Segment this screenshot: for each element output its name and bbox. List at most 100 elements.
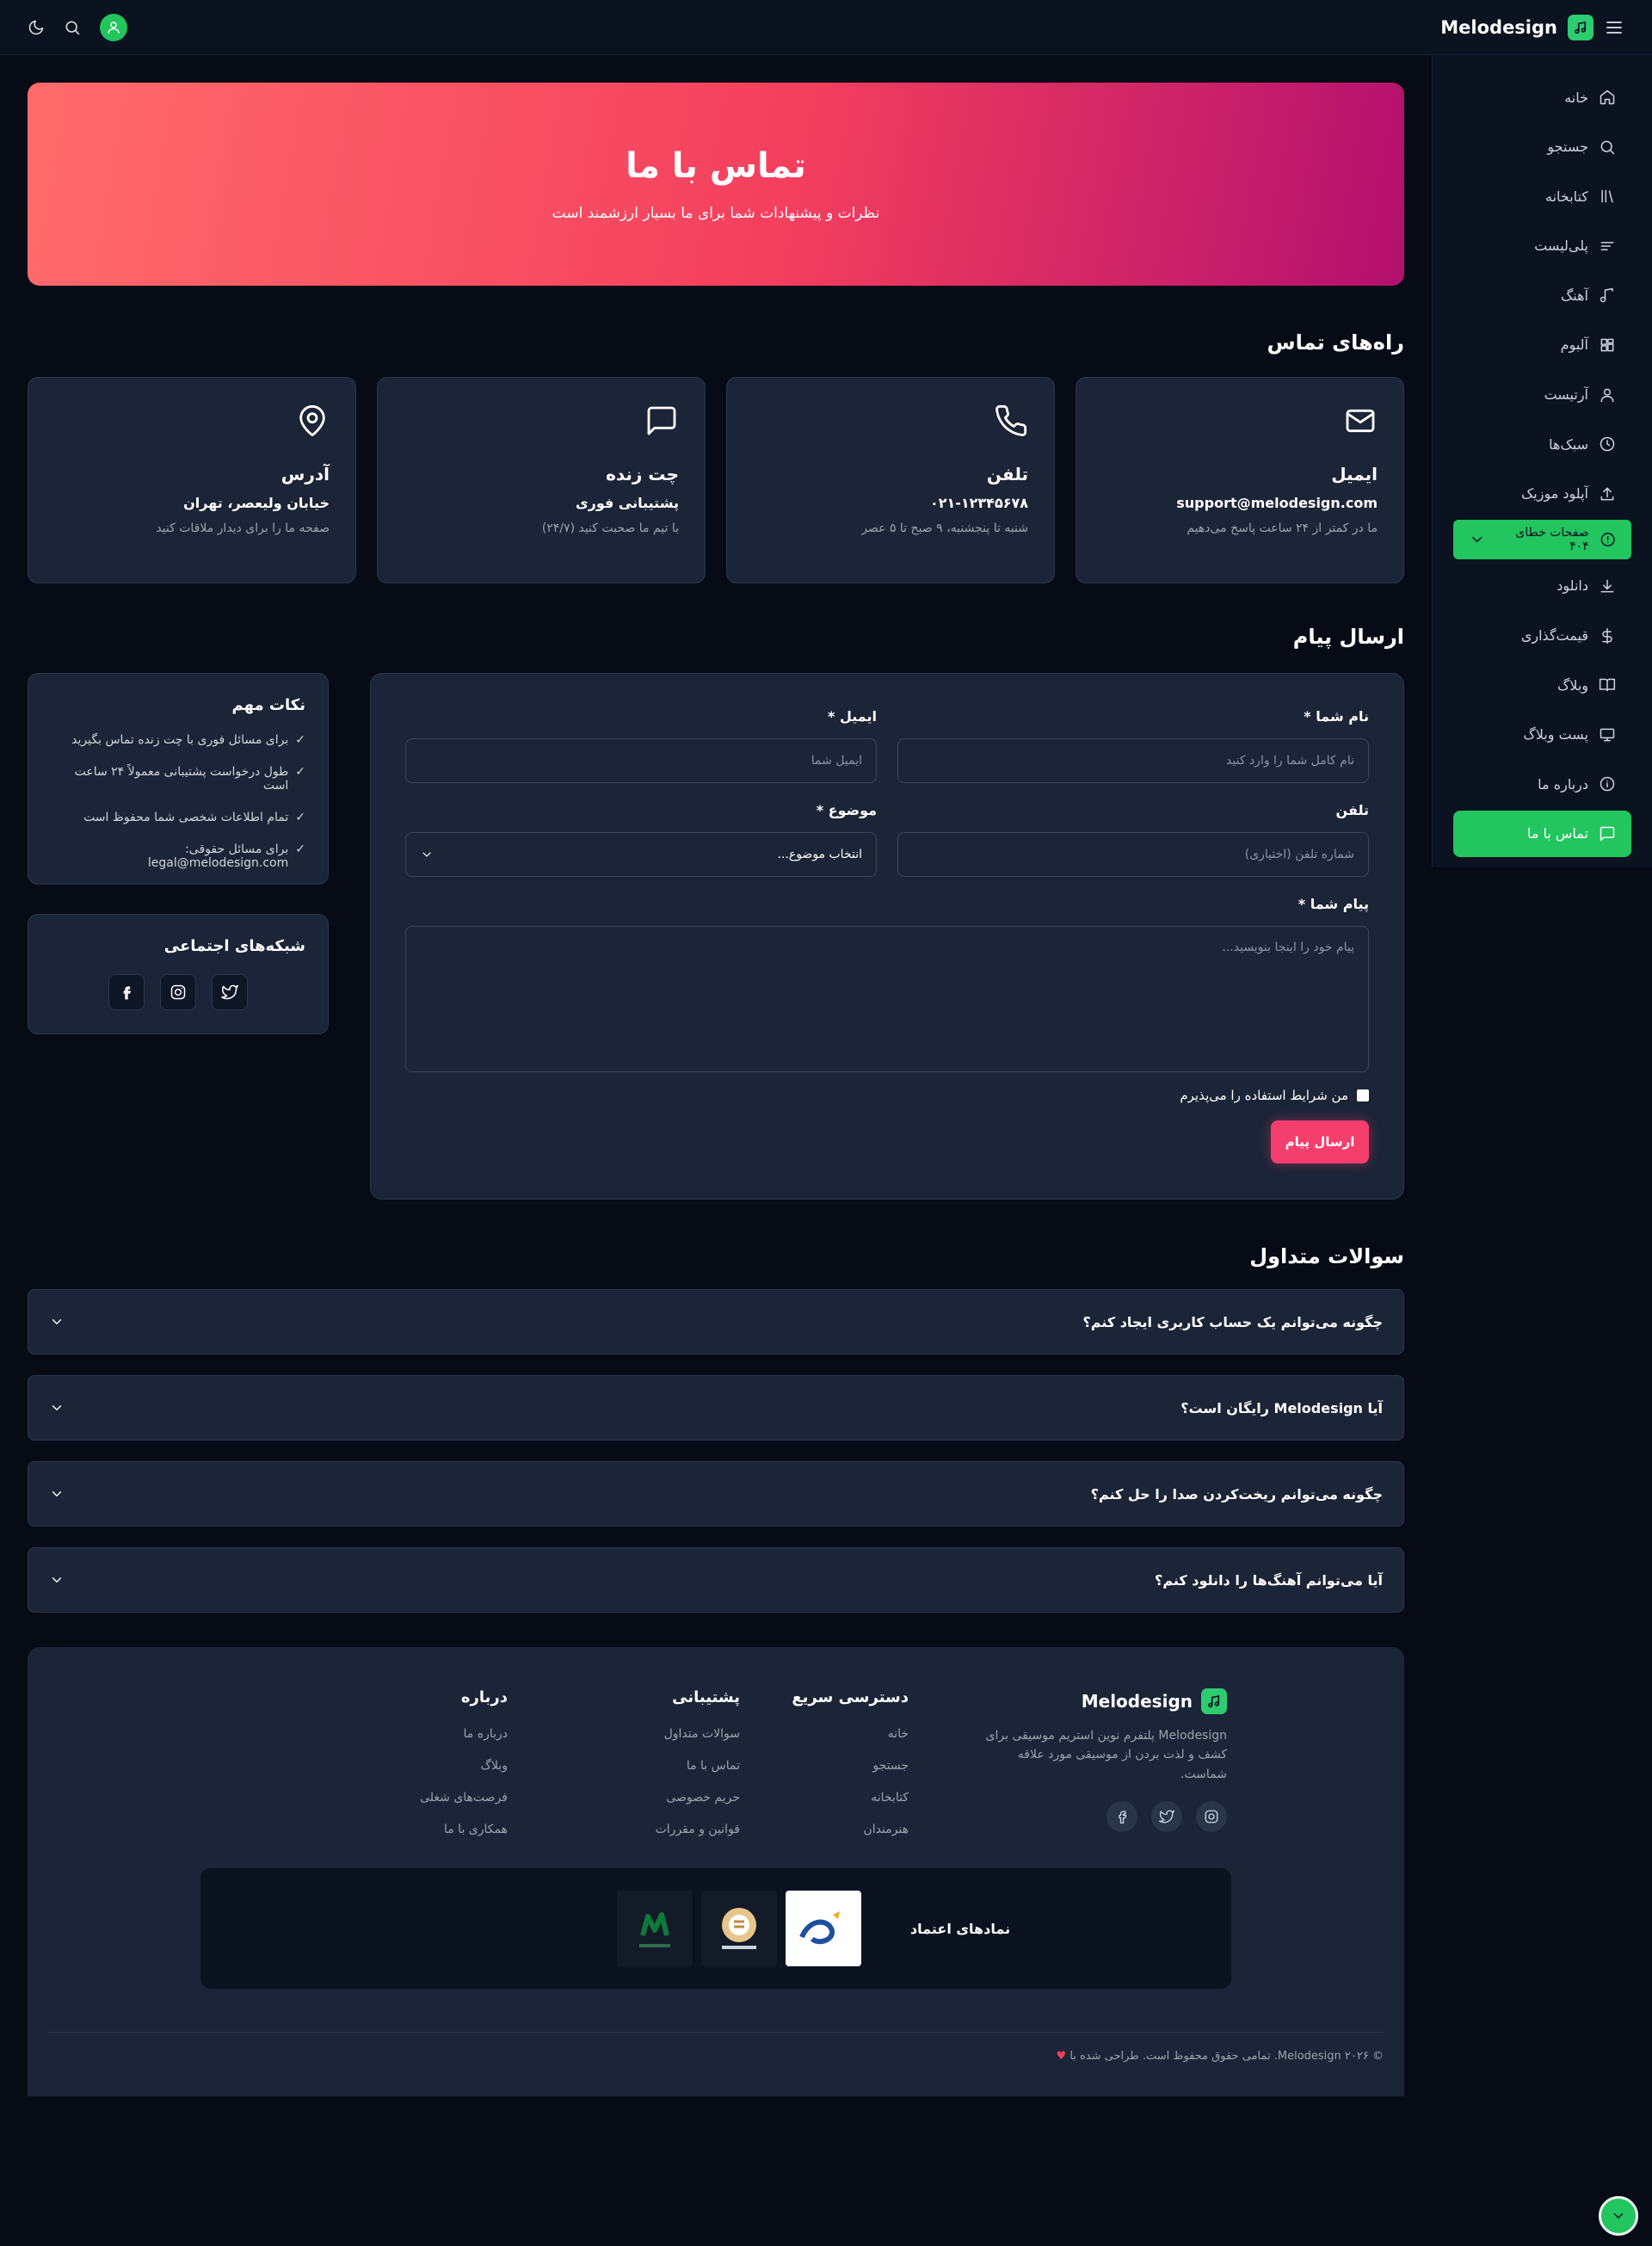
card-value: خیابان ولیعصر، تهران: [183, 495, 330, 511]
facebook-button[interactable]: [108, 974, 145, 1010]
footer-link[interactable]: جستجو: [740, 1759, 909, 1773]
sidebar-item-upload[interactable]: آپلود موزیک: [1453, 471, 1631, 517]
search-icon[interactable]: [64, 19, 81, 36]
sidebar-item-contact[interactable]: تماس با ما: [1453, 810, 1631, 857]
sidebar-item-label: آرتیست: [1544, 386, 1588, 404]
footer-quick-links: دسترسی سریع خانه جستجو کتابخانه هنرمندان: [740, 1688, 969, 1854]
contact-ways-title: راه‌های تماس: [1267, 330, 1404, 355]
form-row: نام شما * نام کامل شما را وارد کنید ایمی…: [28, 673, 1404, 1200]
sidebar-item-label: دانلود: [1556, 577, 1588, 595]
footer-instagram-button[interactable]: [1196, 1801, 1227, 1833]
trust-title: نمادهای اعتماد: [909, 1920, 1011, 1937]
footer-support-links: پشتیبانی سوالات متداول تماس با ما حریم خ…: [508, 1688, 740, 1854]
top-bar: Melodesign: [0, 0, 1652, 55]
home-icon: [1599, 89, 1616, 106]
name-label: نام شما *: [1304, 708, 1369, 725]
footer-link[interactable]: فرصت‌های شغلی: [275, 1791, 508, 1805]
dollar-icon: [1599, 627, 1616, 645]
menu-icon[interactable]: [1604, 17, 1624, 38]
contact-card-address[interactable]: آدرس خیابان ولیعصر، تهران صفحه ما را برا…: [28, 377, 356, 583]
copyright: © ۲۰۲۶ Melodesign. تمامی حقوق محفوظ است.…: [1056, 2050, 1384, 2063]
message-textarea[interactable]: پیام خود را اینجا بنویسید...: [405, 926, 1369, 1072]
sidebar-item-pricing[interactable]: قیمت‌گذاری: [1453, 613, 1631, 659]
contact-card-chat[interactable]: چت زنده پشتیبانی فوری با تیم ما صحبت کنی…: [377, 377, 706, 583]
brand[interactable]: Melodesign: [1440, 14, 1624, 40]
card-title: چت زنده: [606, 464, 679, 484]
subject-select[interactable]: انتخاب موضوع...: [405, 832, 877, 877]
library-icon: [1599, 188, 1616, 205]
samandehi-badge-icon[interactable]: [701, 1891, 777, 1966]
footer-link[interactable]: قوانین و مقررات: [508, 1823, 740, 1836]
sidebar-item-home[interactable]: خانه: [1453, 74, 1631, 120]
clock-icon: [1599, 435, 1616, 453]
sidebar-item-library[interactable]: کتابخانه: [1453, 173, 1631, 219]
footer-link[interactable]: سوالات متداول: [508, 1727, 740, 1741]
playlist-icon: [1599, 238, 1616, 255]
instagram-icon: [1204, 1809, 1219, 1824]
twitter-button[interactable]: [212, 974, 248, 1010]
instagram-button[interactable]: [160, 974, 196, 1010]
sidebar-item-search[interactable]: جستجو: [1453, 124, 1631, 170]
moon-icon[interactable]: [28, 19, 45, 36]
enamad-badge-icon[interactable]: [786, 1891, 861, 1966]
sidebar-item-blog-post[interactable]: پست وبلاگ: [1453, 712, 1631, 758]
card-note: شنبه تا پنجشنبه، ۹ صبح تا ۵ عصر: [861, 521, 1028, 535]
check-icon: ✓: [295, 765, 305, 779]
brand-name: Melodesign: [1440, 16, 1557, 38]
heart-icon: ♥: [1056, 2050, 1067, 2063]
faq-item[interactable]: چگونه می‌توانم ریخت‌کردن صدا را حل کنم؟: [28, 1461, 1404, 1527]
monitor-icon: [1599, 726, 1616, 744]
phone-input[interactable]: شماره تلفن (اختیاری): [897, 832, 1369, 877]
message-label: پیام شما *: [1298, 896, 1369, 912]
union-badge-icon[interactable]: [617, 1891, 693, 1966]
footer-facebook-button[interactable]: [1106, 1801, 1137, 1833]
facebook-icon: [1114, 1809, 1130, 1824]
main-content: تماس با ما نظرات و پیشنهادات شما برای ما…: [28, 55, 1404, 2096]
footer-link[interactable]: حریم خصوصی: [508, 1791, 740, 1805]
card-note: با تیم ما صحبت کنید (۲۴/۷): [541, 521, 679, 535]
footer-col-title: درباره: [460, 1688, 508, 1706]
footer-link[interactable]: کتابخانه: [740, 1791, 909, 1805]
card-value: ۰۲۱-۱۲۳۴۵۶۷۸: [929, 495, 1028, 511]
faq-question: آیا Melodesign رایگان است؟: [1180, 1399, 1383, 1416]
sidebar-item-label: صفحات خطای ۴۰۴: [1515, 526, 1589, 554]
subject-value: انتخاب موضوع...: [777, 848, 863, 861]
avatar[interactable]: [100, 13, 127, 41]
footer-link[interactable]: همکاری با ما: [275, 1823, 508, 1836]
faq-item[interactable]: آیا Melodesign رایگان است؟: [28, 1375, 1404, 1441]
footer-description: Melodesign پلتفرم نوین استریم موسیقی برا…: [985, 1729, 1227, 1781]
contact-cards: ایمیل support@melodesign.com ما در کمتر …: [28, 377, 1404, 583]
chevron-down-icon: [49, 1572, 65, 1588]
faq-item[interactable]: آیا می‌توانم آهنگ‌ها را دانلود کنم؟: [28, 1547, 1404, 1613]
footer-about: Melodesign Melodesign پلتفرم نوین استریم…: [969, 1688, 1227, 1854]
check-icon: ✓: [295, 811, 305, 824]
contact-card-email[interactable]: ایمیل support@melodesign.com ما در کمتر …: [1076, 377, 1404, 583]
footer-link[interactable]: هنرمندان: [740, 1823, 909, 1836]
book-icon: [1599, 676, 1616, 694]
submit-button[interactable]: ارسال پیام: [1271, 1120, 1369, 1163]
scroll-to-bottom-button[interactable]: [1599, 2196, 1638, 2236]
footer-link[interactable]: خانه: [740, 1727, 909, 1741]
tip-item: ✓ تمام اطلاعات شخصی شما محفوظ است: [83, 811, 305, 824]
terms-checkbox[interactable]: [1357, 1089, 1369, 1101]
sidebar-item-song[interactable]: آهنگ: [1453, 272, 1631, 318]
sidebar-item-404[interactable]: صفحات خطای ۴۰۴: [1453, 520, 1631, 560]
sidebar-item-about[interactable]: درباره ما: [1453, 761, 1631, 807]
sidebar-item-artist[interactable]: آرتیست: [1453, 372, 1631, 418]
sidebar-item-album[interactable]: آلبوم: [1453, 322, 1631, 368]
faq-item[interactable]: چگونه می‌توانم یک حساب کاربری ایجاد کنم؟: [28, 1289, 1404, 1354]
sidebar-item-playlist[interactable]: پلی‌لیست: [1453, 223, 1631, 269]
sidebar-item-genres[interactable]: سبک‌ها: [1453, 421, 1631, 467]
chevron-down-icon: [49, 1400, 65, 1416]
footer-link[interactable]: وبلاگ: [275, 1759, 508, 1773]
email-input[interactable]: ایمیل شما: [405, 738, 877, 783]
footer-twitter-button[interactable]: [1151, 1801, 1182, 1833]
chevron-down-icon[interactable]: [1469, 531, 1485, 548]
contact-card-phone[interactable]: تلفن ۰۲۱-۱۲۳۴۵۶۷۸ شنبه تا پنجشنبه، ۹ صبح…: [726, 377, 1055, 583]
footer-brand[interactable]: Melodesign: [969, 1688, 1227, 1714]
sidebar-item-download[interactable]: دانلود: [1453, 563, 1631, 609]
sidebar-item-blog[interactable]: وبلاگ: [1453, 662, 1631, 708]
name-input[interactable]: نام کامل شما را وارد کنید: [897, 738, 1369, 783]
footer-link[interactable]: درباره ما: [275, 1727, 508, 1741]
footer-link[interactable]: تماس با ما: [508, 1759, 740, 1773]
